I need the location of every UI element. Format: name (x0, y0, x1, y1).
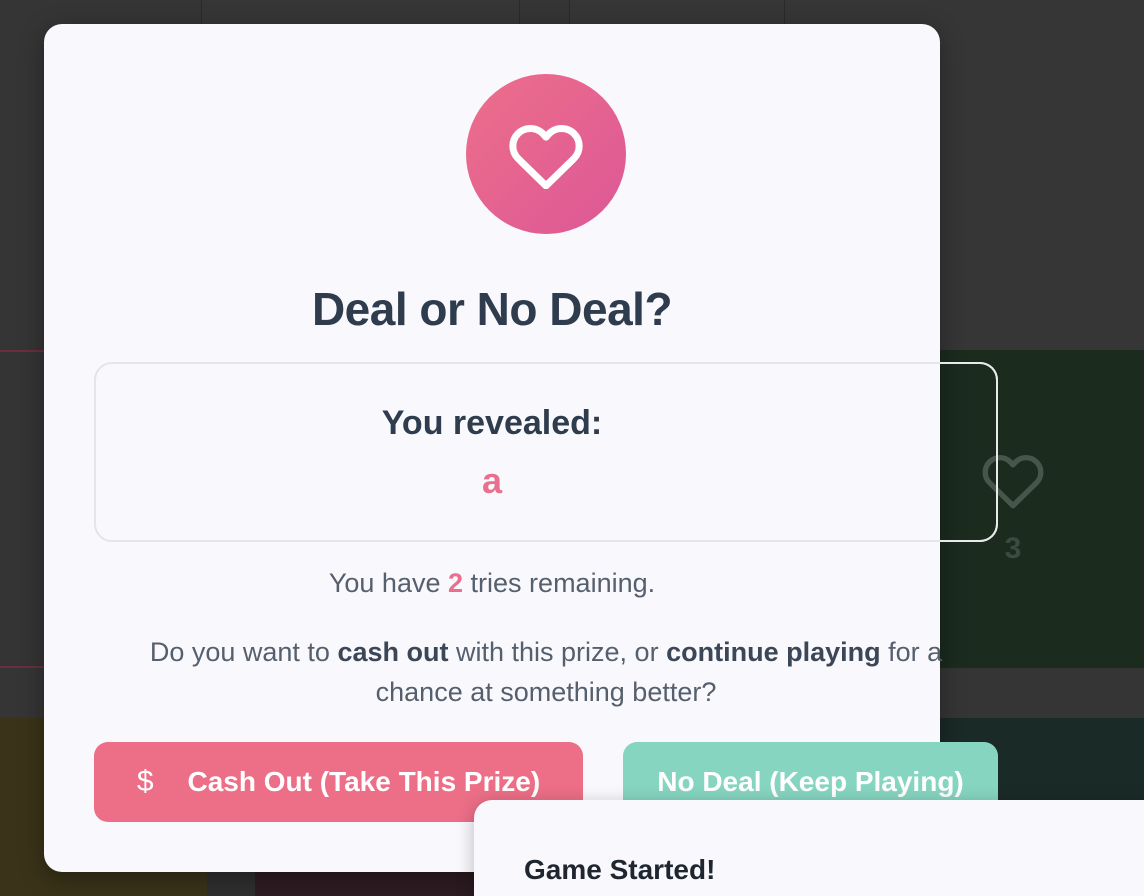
question-emphasis: cash out (337, 637, 449, 667)
reveal-box-edge (940, 362, 998, 542)
tries-suffix: tries remaining. (470, 568, 656, 598)
reveal-label: You revealed: (381, 404, 603, 442)
dollar-icon: $ (136, 765, 154, 798)
question-emphasis: continue playing (666, 637, 881, 667)
card-number: 3 (1004, 532, 1022, 565)
no-deal-label: No Deal (Keep Playing) (657, 766, 964, 797)
toast-message: Game Started! (524, 854, 716, 885)
tries-remaining: You have 2 tries remaining. (44, 568, 940, 599)
deal-question: Do you want to cash out with this prize,… (104, 632, 988, 712)
reveal-box (94, 362, 998, 542)
tries-prefix: You have (328, 568, 441, 598)
cash-out-label: Cash Out (Take This Prize) (187, 766, 541, 797)
question-text: with this prize, or (456, 637, 659, 667)
modal-icon-badge (466, 74, 626, 234)
question-text: Do you want to (149, 637, 330, 667)
tries-count: 2 (448, 568, 464, 598)
toast-notification: Game Started! (474, 800, 1144, 896)
heart-icon (509, 124, 583, 189)
modal-title: Deal or No Deal? (311, 283, 673, 335)
revealed-prize: a (481, 460, 503, 501)
game-stage: 3 Deal or No Deal? You revealed: a You h… (0, 0, 1144, 896)
